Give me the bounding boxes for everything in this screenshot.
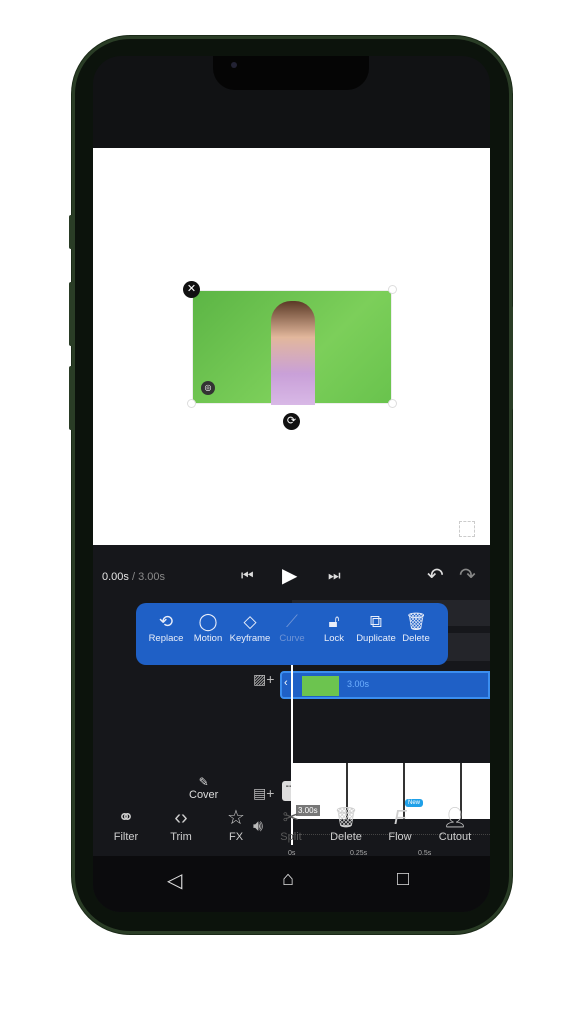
menu-replace[interactable]: ⟲ Replace [144, 611, 188, 644]
tool-filter[interactable]: ⚭ Filter [101, 805, 151, 843]
trim-handle-icon[interactable]: ‹ [284, 677, 288, 689]
star-icon: ☆ [227, 807, 245, 829]
scissors-icon: ✂ [282, 807, 300, 829]
resize-handle[interactable] [388, 399, 397, 408]
replace-icon: ⟲ [158, 612, 174, 631]
filter-icon: ⚭ [117, 807, 135, 829]
time-display: 0.00s / 3.00s [102, 571, 166, 583]
side-button [69, 215, 73, 249]
unlock-icon: 🔓︎ [328, 612, 340, 631]
volume-up-button [69, 282, 73, 346]
overlay-clip[interactable]: ‹ 3.00s [280, 671, 490, 699]
menu-duplicate[interactable]: ⧉ Duplicate [352, 611, 400, 644]
trim-icon: ‹› [174, 807, 188, 829]
tool-trim[interactable]: ‹› Trim [156, 805, 206, 843]
preview-canvas[interactable]: ◎ ✕ ⟳ [93, 148, 490, 545]
add-overlay-icon[interactable]: ▨+ [253, 671, 274, 688]
recents-icon[interactable]: □ [397, 868, 409, 891]
android-nav-bar: ◁ ⌂ □ [93, 856, 490, 912]
tool-cutout[interactable]: 👤︎ Cutout [430, 805, 480, 843]
play-icon[interactable]: ▶ [282, 563, 297, 588]
menu-delete[interactable]: 🗑︎ Delete [394, 611, 438, 644]
crop-icon[interactable]: ◎ [201, 381, 215, 395]
menu-motion[interactable]: ◯ Motion [186, 611, 230, 644]
pencil-icon: ✎ [198, 775, 209, 789]
trash-icon: 🗑︎ [333, 807, 359, 829]
tool-delete[interactable]: 🗑︎ Delete [321, 805, 371, 843]
skip-next-icon[interactable]: ⏭ [328, 567, 341, 584]
rotate-icon[interactable]: ⟳ [283, 413, 300, 430]
cover-button[interactable]: ✎ Cover [189, 775, 218, 801]
curve-icon: ⟋ [286, 612, 298, 631]
motion-icon: ◯ [198, 612, 218, 631]
keyframe-icon: ◇ [243, 612, 257, 631]
menu-keyframe[interactable]: ◇ Keyframe [228, 611, 272, 644]
menu-curve[interactable]: ⟋ Curve [270, 611, 314, 644]
selected-image-clip[interactable]: ◎ [192, 290, 392, 405]
fullscreen-icon[interactable] [459, 521, 475, 537]
screen: ◎ ✕ ⟳ 0.00s / 3.00s ⏮ ▶ ⏭ ↶ ↷ ▨+ ‹ 3.00s… [93, 56, 490, 912]
tool-split[interactable]: ✂ Split [266, 805, 316, 843]
resize-handle[interactable] [187, 399, 196, 408]
back-icon[interactable]: ◁ [167, 868, 182, 893]
duplicate-icon: ⧉ [369, 612, 383, 631]
volume-down-button [69, 366, 73, 430]
home-icon[interactable]: ⌂ [282, 868, 294, 891]
new-badge: New [405, 799, 424, 807]
flow-icon: F [393, 807, 407, 829]
add-clip-icon[interactable]: ▤+ [253, 785, 274, 802]
redo-icon[interactable]: ↷ [459, 563, 476, 588]
clip-duration: 3.00s [347, 679, 370, 689]
person-image [271, 301, 315, 405]
clip-context-menu: ⟲ Replace ◯ Motion ◇ Keyframe ⟋ Curve 🔓︎ Lock… [136, 603, 448, 665]
power-button [509, 306, 513, 410]
clip-thumbnail [302, 676, 339, 696]
close-icon[interactable]: ✕ [183, 281, 200, 298]
skip-previous-icon[interactable]: ⏮ [241, 567, 254, 584]
tool-flow[interactable]: F Flow New [375, 799, 425, 843]
cover-label: Cover [189, 789, 219, 801]
undo-icon[interactable]: ↶ [427, 563, 444, 588]
resize-handle[interactable] [388, 285, 397, 294]
trash-icon: 🗑︎ [405, 612, 427, 631]
cutout-icon: 👤︎ [442, 807, 468, 829]
menu-lock[interactable]: 🔓︎ Lock [312, 611, 356, 644]
camera-notch [213, 56, 369, 90]
tool-fx[interactable]: ☆ FX [211, 805, 261, 843]
